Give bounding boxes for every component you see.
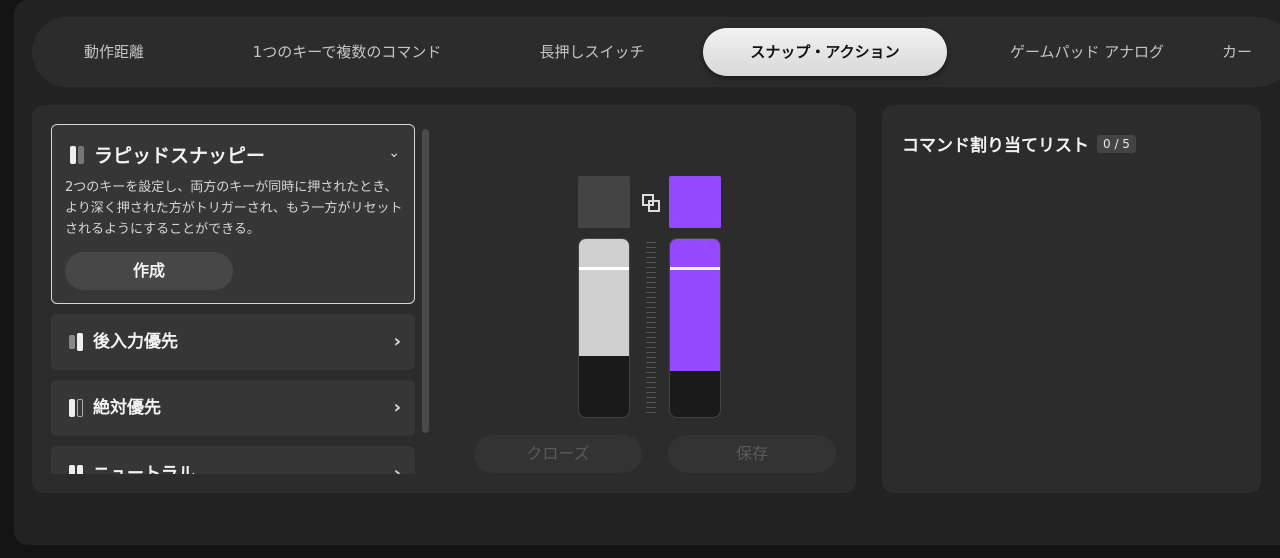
- assignment-title: コマンド割り当てリスト 0 / 5: [902, 131, 1136, 156]
- mode-title: ラピッドスナッピー: [70, 141, 265, 168]
- key-b-depth-fill: [670, 239, 720, 371]
- mode-item-label: ニュートラル: [93, 464, 195, 474]
- link-keys-icon: [642, 194, 660, 212]
- dual-key-icon: [69, 399, 83, 417]
- tab-multi-command[interactable]: 1つのキーで複数のコマンド: [212, 28, 482, 76]
- mode-item-last-input-priority[interactable]: 後入力優先 ›: [51, 314, 415, 370]
- mode-item-label: 絶対優先: [93, 398, 161, 418]
- save-button[interactable]: 保存: [668, 435, 836, 473]
- dual-key-icon: [69, 333, 83, 351]
- assignment-title-label: コマンド割り当てリスト: [902, 136, 1089, 156]
- depth-ruler: [646, 242, 656, 416]
- rapid-snappy-label: ラピッドスナッピー: [94, 145, 266, 167]
- key-a-trigger-marker[interactable]: [579, 267, 629, 271]
- key-b-depth-bar: [669, 238, 721, 418]
- close-button[interactable]: クローズ: [474, 435, 642, 473]
- dual-key-icon: [69, 465, 83, 474]
- chevron-right-icon: ›: [393, 331, 401, 352]
- key-b-swatch[interactable]: [669, 176, 721, 228]
- feature-tab-bar: 動作距離 1つのキーで複数のコマンド 長押しスイッチ スナップ・アクション ゲー…: [32, 17, 1280, 87]
- mode-item-label: 後入力優先: [93, 332, 178, 352]
- dual-key-icon: [70, 145, 84, 164]
- key-a-depth-fill: [579, 239, 629, 357]
- mode-item-neutral[interactable]: ニュートラル ›: [51, 446, 415, 474]
- assignment-count-badge: 0 / 5: [1097, 134, 1136, 153]
- command-assignment-panel: コマンド割り当てリスト 0 / 5: [882, 105, 1261, 493]
- create-button[interactable]: 作成: [65, 252, 233, 290]
- key-a-depth-bar: [578, 238, 630, 418]
- mode-item-absolute-priority[interactable]: 絶対優先 ›: [51, 380, 415, 436]
- tab-actuation-distance[interactable]: 動作距離: [52, 28, 176, 76]
- chevron-right-icon: ›: [393, 463, 401, 474]
- mode-list-scrollbar[interactable]: [422, 129, 429, 433]
- tab-long-press-switch[interactable]: 長押しスイッチ: [502, 28, 682, 76]
- tab-snap-action[interactable]: スナップ・アクション: [703, 28, 947, 76]
- chevron-down-icon[interactable]: ⌄: [388, 145, 400, 161]
- mode-card-rapid-snappy[interactable]: ラピッドスナッピー ⌄ 2つのキーを設定し、両方のキーが同時に押されたとき、より…: [51, 124, 415, 304]
- key-b-trigger-marker[interactable]: [670, 267, 720, 271]
- key-a-swatch[interactable]: [578, 176, 630, 228]
- chevron-right-icon: ›: [393, 397, 401, 418]
- mode-description: 2つのキーを設定し、両方のキーが同時に押されたとき、より深く押された方がトリガー…: [65, 180, 403, 237]
- mode-list: ラピッドスナッピー ⌄ 2つのキーを設定し、両方のキーが同時に押されたとき、より…: [51, 124, 415, 474]
- tab-overflow[interactable]: カー: [1222, 28, 1280, 76]
- tab-gamepad-analog[interactable]: ゲームパッド アナログ: [972, 28, 1202, 76]
